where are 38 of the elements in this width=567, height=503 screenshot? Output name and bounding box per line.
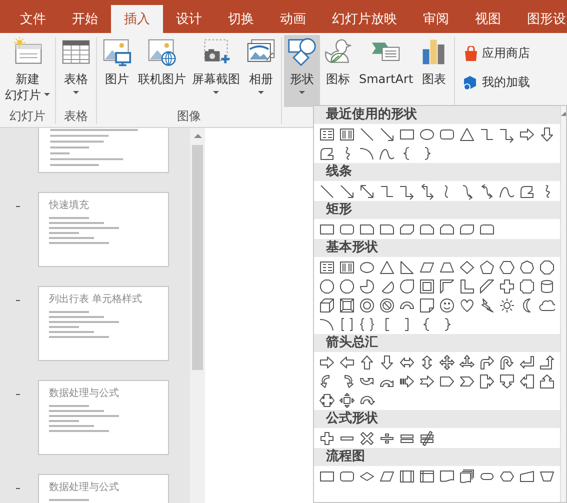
slide-title: 数据处理与公式 <box>49 387 120 400</box>
group-label: 幻灯片 <box>8 108 46 124</box>
section-header: 流程图 <box>314 448 560 466</box>
ribbon-tab[interactable]: 文件 <box>7 5 59 33</box>
ribbon-button[interactable]: 图表 <box>416 35 452 107</box>
ribbon-tab[interactable]: 插入 <box>111 5 163 33</box>
ribbon-button[interactable]: 形状 <box>284 35 320 107</box>
ribbon-tab[interactable]: 设计 <box>163 5 215 33</box>
ribbon-tab[interactable]: 幻灯片放映 <box>319 5 410 33</box>
slide-thumbnail[interactable]: 快速填充 <box>38 192 169 267</box>
slide-title: 快速填充 <box>49 199 90 212</box>
ribbon-button[interactable]: 联机图片 <box>135 35 189 107</box>
section-header: 基本形状 <box>314 239 560 257</box>
ribbon-tab[interactable]: 切换 <box>215 5 267 33</box>
ribbon-tab[interactable]: 图形设 <box>514 5 567 33</box>
slide-thumbnail[interactable]: 列出行表 单元格样式 <box>38 286 169 361</box>
slide-thumbnail[interactable]: 数据处理与公式 <box>38 474 169 503</box>
slide-title: 列出行表 单元格样式 <box>49 293 144 306</box>
ribbon-button[interactable]: 应用商店 <box>463 45 530 62</box>
section-header: 线条 <box>314 163 560 181</box>
ribbon-tab[interactable]: 开始 <box>59 5 111 33</box>
ribbon-button[interactable]: 新建 幻灯片 <box>2 35 53 107</box>
slide-thumbnail[interactable]: 数据处理与公式 <box>38 380 169 455</box>
ribbon-button[interactable]: 相册 <box>243 35 279 107</box>
section-header: 箭头总汇 <box>314 334 560 352</box>
ribbon-button[interactable]: 表格 <box>58 35 94 107</box>
slide-title: 数据处理与公式 <box>49 481 120 494</box>
ribbon-tab[interactable]: 动画 <box>267 5 319 33</box>
ribbon-button[interactable]: 我的加载 <box>463 74 530 91</box>
section-header: 矩形 <box>314 201 560 219</box>
ribbon-tab[interactable]: 视图 <box>462 5 514 33</box>
ribbon-tab[interactable]: 审阅 <box>410 5 462 33</box>
ribbon-button[interactable]: 屏幕截图 <box>189 35 243 107</box>
ribbon-button[interactable]: 图片 <box>99 35 135 107</box>
group-label: 图像 <box>176 108 202 124</box>
group-label: 表格 <box>63 108 89 124</box>
section-header: 最近使用的形状 <box>314 106 560 124</box>
section-header: 公式形状 <box>314 410 560 428</box>
